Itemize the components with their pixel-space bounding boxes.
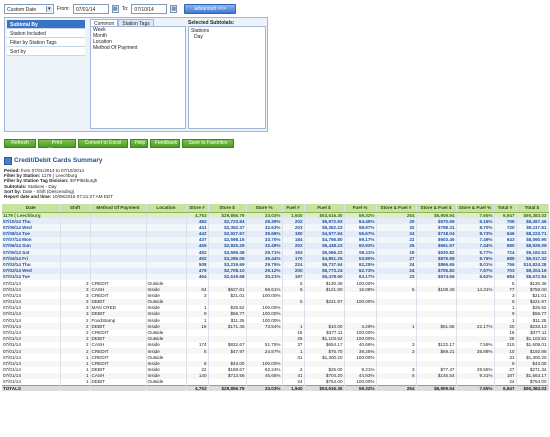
to-label: To: [121,5,129,12]
column-header[interactable]: Fuel $ [304,204,345,213]
column-header[interactable]: Total $ [516,204,549,213]
filter-panel: Subtotal By Station Included Filter by S… [4,17,268,132]
chevron-down-icon: ▾ [45,5,52,12]
column-header[interactable]: Method Of Payment [90,204,147,213]
table-cell: TOTALS [2,384,61,392]
report-title: Credit/Debit Cards Summary [14,157,103,164]
help-button[interactable]: Help [130,139,148,148]
table-cell: $29,856.79 [208,384,247,392]
side-item-station-included[interactable]: Station Included [7,29,85,38]
refresh-button[interactable]: Refresh [4,139,36,148]
table-cell: 59.32% [344,384,377,392]
table-cell: 33.03% [246,384,283,392]
report-meta: Period: from 07/01/2014 to 07/10/2014 Fil… [4,168,113,199]
meta-line: Report date and time: 10/09/2015 07:21:2… [4,194,113,199]
feedback-button[interactable]: Feedback [150,139,180,148]
totals-row: TOTALS 4,753 $29,856.79 33.03% 1,940 $53,616.… [2,384,549,392]
column-header[interactable]: Store & Fuel # [376,204,417,213]
column-header[interactable]: Shift [60,204,91,213]
side-item-subtotal-by[interactable]: Subtotal By [7,20,85,29]
meta-value: 10/09/2015 07:21:27 AM EDT [51,194,114,200]
table-header-row: Date Shift Method Of Payment Location Store … [2,204,549,213]
table-body: 1179 ( Leechburg 4,753 $29,856.79 33.03% 1,9… [2,212,549,392]
report-icon [4,157,12,165]
save-to-favorites-button[interactable]: Save to Favorites [182,139,234,148]
date-range-select[interactable]: Custom Date ▾ [4,3,54,14]
calendar-icon[interactable]: ▦ [170,4,178,13]
column-header[interactable]: Fuel # [282,204,305,213]
column-header[interactable]: Store % [246,204,283,213]
table-cell: 7.65% [456,384,495,392]
table-cell: 4,753 [186,384,209,392]
column-header[interactable]: Store # [186,204,209,213]
table-cell: $53,616.30 [304,384,345,392]
table-cell: 6,947 [494,384,517,392]
table-cell: 254 [376,384,417,392]
column-header[interactable]: Location [146,204,187,213]
report-table: Date Shift Method Of Payment Location Store … [2,204,549,392]
list-item[interactable]: Day [191,34,263,40]
convert-to-excel-button[interactable]: Convert to Excel [78,139,128,148]
table-cell: 1,940 [282,384,305,392]
available-subtotals-list: Week Month Location Method Of Payment [90,26,186,129]
column-header[interactable]: Fuel % [344,204,377,213]
side-item-sort-by[interactable]: Sort by [7,47,85,56]
to-date-input[interactable]: 07/10/14 [131,3,168,14]
meta-value: 30*Pittsburgh [68,178,98,184]
from-date-input[interactable]: 07/01/14 [72,3,109,14]
advanced-button[interactable]: advanced >>> [184,3,236,14]
list-item[interactable]: Method Of Payment [91,45,185,51]
column-header[interactable]: Total # [494,204,517,213]
calendar-icon[interactable]: ▦ [111,4,119,13]
meta-key: Report date and time: [4,194,52,200]
date-range-bar: Custom Date ▾ From: 07/01/14 ▦ To: 07/10… [4,3,236,14]
table-cell: $90,383.03 [516,384,549,392]
column-header[interactable]: Store & Fuel $ [416,204,457,213]
table-cell [146,384,187,392]
table-cell [90,384,147,392]
column-header[interactable]: Store $ [208,204,247,213]
column-header[interactable]: Store & Fuel % [456,204,495,213]
table-cell: $6,909.94 [416,384,457,392]
report-table-wrapper: Date Shift Method Of Payment Location Store … [2,204,549,392]
table-cell [60,384,91,392]
filter-side-menu: Subtotal By Station Included Filter by S… [7,20,85,56]
side-item-filter-station-tags[interactable]: Filter by Station Tags [7,38,85,47]
date-range-select-value: Custom Date [7,6,37,13]
column-header[interactable]: Date [2,204,61,213]
print-version-button[interactable]: Print Version [38,139,76,153]
from-label: From: [56,5,70,12]
selected-subtotals-list: Stations Day [188,26,266,129]
action-buttons: Refresh Print Version Convert to Excel H… [4,139,234,153]
